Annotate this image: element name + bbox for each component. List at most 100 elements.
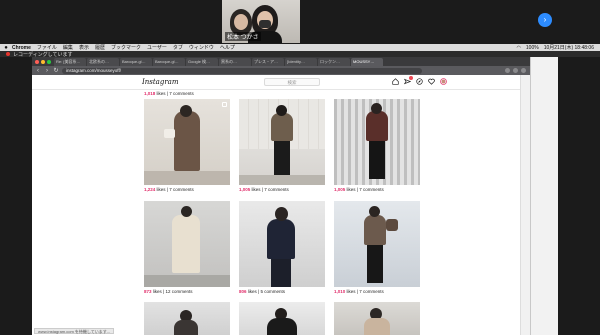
apple-icon[interactable]: ● [0,45,12,51]
likes-label: likes [247,289,257,294]
page-scrollbar[interactable] [520,75,530,335]
post-stats: 1,018 likes | 7 comments [144,91,194,96]
comments-label: comments [363,187,384,192]
browser-tab[interactable]: Re: [美容系… [54,58,86,66]
search-input[interactable]: 検索 [264,78,320,86]
browser-tab[interactable]: [Identity… [285,58,317,66]
participant-2-mask [259,20,271,28]
post-figure-head [275,207,288,221]
comments-count: 12 [165,289,171,294]
comments-label: comments [173,187,194,192]
explore-icon[interactable] [416,78,423,85]
comments-count: 7 [359,289,362,294]
post-figure [174,320,198,335]
profile-avatar-icon[interactable] [521,68,526,73]
browser-tab[interactable]: 北欧系の… [87,58,119,66]
likes-label: likes [156,187,166,192]
browser-tab[interactable]: Baroque-gl… [153,58,185,66]
window-controls [35,60,51,64]
forward-icon[interactable]: › [44,68,50,74]
close-window-icon[interactable] [35,60,39,64]
wifi-icon[interactable]: ◠ [517,45,521,51]
browser-tab[interactable]: 黒系の… [219,58,251,66]
extensions-area [505,68,530,73]
post-thumbnail[interactable] [144,201,230,287]
maximize-window-icon[interactable] [47,60,51,64]
browser-tab[interactable]: Baroque-gl… [120,58,152,66]
post-figure [271,113,293,141]
likes-count: 806 [239,289,247,294]
likes-count: 1,005 [334,187,346,192]
chevron-right-icon[interactable]: › [538,13,552,27]
tab-strip: Re: [美容系… 北欧系の… Baroque-gl… Baroque-gl… … [32,57,530,66]
multiple-photos-icon [222,102,227,107]
participant-1-face [234,14,248,30]
post-figure-head [181,206,192,217]
likes-count: 873 [144,289,152,294]
menu-view[interactable]: 表示 [79,44,89,51]
post-figure-legs [369,141,385,179]
post-thumbnail[interactable] [144,302,230,335]
macos-menubar: ● Chrome ファイル 編集 表示 履歴 ブックマーク ユーザー タブ ウィ… [0,44,600,51]
reload-icon[interactable]: ↻ [53,67,59,74]
browser-window: Re: [美容系… 北欧系の… Baroque-gl… Baroque-gl… … [32,57,530,335]
browser-tab[interactable]: プレス・ア… [252,58,284,66]
post-thumbnail[interactable] [334,99,420,185]
direct-message-icon[interactable] [404,76,413,85]
participant-video-tile[interactable]: 松本 つかさ [222,0,300,43]
post-thumbnail[interactable] [239,201,325,287]
heart-icon[interactable] [428,78,435,85]
minimize-window-icon[interactable] [41,60,45,64]
post-figure [174,111,200,171]
menubar-clock[interactable]: 10月21日(木) 18:48:06 [544,44,594,51]
post-floor [144,171,230,185]
post-stats: 806 likes | 5 comments [239,289,286,294]
recording-dot-icon [6,52,10,56]
menubar-status-area: ◠ 100% 10月21日(木) 18:48:06 [517,44,594,52]
battery-percent[interactable]: 100% [526,45,539,51]
extension-icon[interactable] [513,68,518,73]
post-stats: 873 likes | 12 comments [144,289,193,294]
post-thumbnail[interactable] [239,99,325,185]
menu-history[interactable]: 履歴 [95,44,105,51]
post-figure [364,215,386,245]
back-icon[interactable]: ‹ [35,68,41,74]
likes-count: 1,018 [144,91,156,96]
post-figure [366,111,388,141]
comments-count: 7 [264,187,267,192]
menu-tab[interactable]: タブ [173,44,183,51]
instagram-logo[interactable]: Instagram [142,78,179,86]
post-figure-head [371,103,382,114]
post-thumbnail[interactable] [334,201,420,287]
notification-badge [409,76,413,80]
address-bar[interactable]: instagram.com/mousseyoff/ [62,67,422,74]
post-stats: 1,005 likes | 7 comments [334,187,384,192]
browser-tab[interactable]: Google 検… [186,58,218,66]
comments-label: comments [171,289,193,294]
likes-count: 1,224 [144,187,156,192]
instagram-nav-icons [392,76,447,85]
post-thumbnail[interactable] [239,302,325,335]
post-thumbnail[interactable] [334,302,420,335]
browser-tab-active[interactable]: MOUSSY… [351,58,383,66]
browser-tab[interactable]: ロックン… [318,58,350,66]
menu-users[interactable]: ユーザー [147,44,167,51]
comments-label: comments [264,289,286,294]
post-figure-legs [274,141,290,177]
likes-label: likes [251,187,261,192]
post-figure-head [276,105,287,116]
comments-count: 7 [169,187,172,192]
post-figure-legs [367,245,383,283]
menu-bookmarks[interactable]: ブックマーク [111,44,141,51]
post-bag [164,129,175,138]
profile-avatar[interactable] [440,78,447,85]
comments-label: comments [363,289,384,294]
likes-label: likes [346,289,356,294]
extension-icon[interactable] [505,68,510,73]
post-figure-head [369,206,380,217]
post-thumbnail[interactable] [144,99,230,185]
likes-count: 1,005 [239,187,251,192]
menu-window[interactable]: ウィンドウ [189,44,214,51]
home-icon[interactable] [392,78,399,85]
menu-help[interactable]: ヘルプ [220,44,235,51]
